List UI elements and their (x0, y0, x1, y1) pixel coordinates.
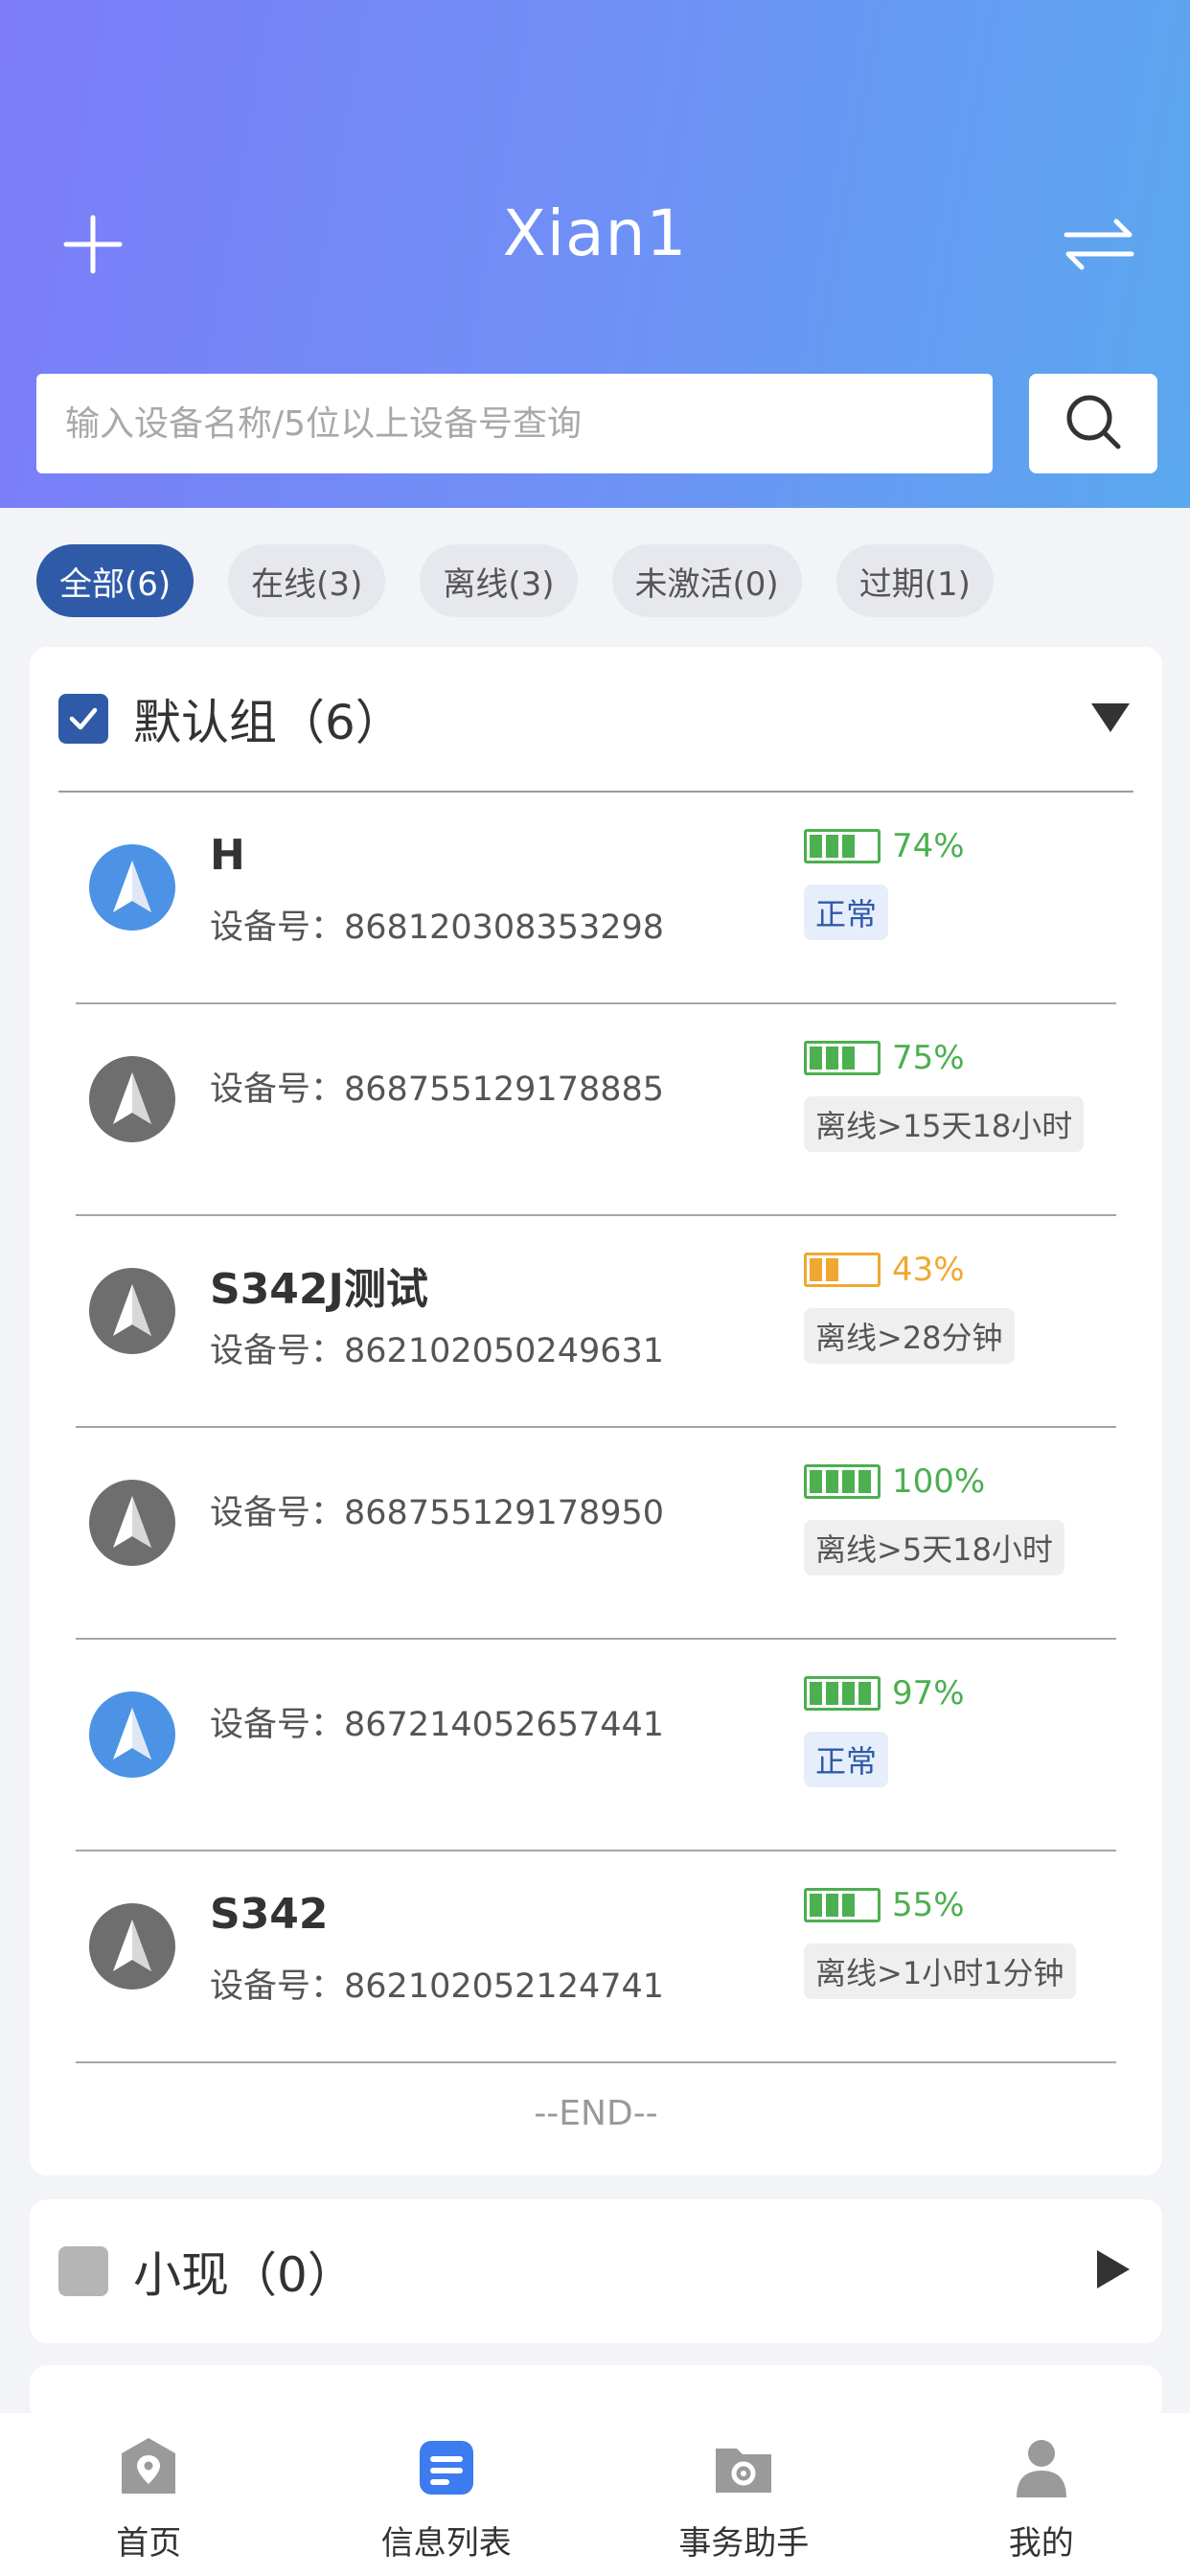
folder-gear-icon (710, 2434, 777, 2501)
battery-icon (804, 1676, 881, 1711)
battery-percent: 97% (892, 1674, 965, 1713)
device-row[interactable]: S342J测试 设备号：862102050249631 43% 离线>28分钟 (76, 1216, 1116, 1428)
battery-icon (804, 1041, 881, 1075)
battery-percent: 74% (892, 827, 965, 865)
navigation-arrow-icon (89, 1268, 175, 1354)
battery-percent: 100% (892, 1462, 986, 1501)
page-title: Xian1 (502, 196, 688, 270)
battery-percent: 75% (892, 1039, 965, 1077)
filter-online[interactable]: 在线(3) (228, 544, 386, 617)
group-title: 默认组（6） (133, 695, 403, 750)
status-badge: 正常 (804, 1732, 889, 1787)
tab-label: 信息列表 (380, 2524, 512, 2563)
list-end-marker: --END-- (534, 2094, 658, 2133)
battery-indicator: 100% (804, 1462, 985, 1501)
battery-percent: 55% (892, 1886, 965, 1924)
device-name: S342J测试 (210, 1265, 428, 1314)
filter-inactive[interactable]: 未激活(0) (611, 544, 802, 617)
device-row[interactable]: S342 设备号：862102052124741 55% 离线>1小时1分钟 (76, 1852, 1116, 2063)
device-name: H (210, 831, 245, 880)
status-badge: 离线>15天18小时 (804, 1096, 1085, 1152)
tab-label: 我的 (1008, 2524, 1074, 2563)
group-title: 小现（0） (133, 2247, 355, 2303)
filter-offline[interactable]: 离线(3) (420, 544, 578, 617)
caret-right-icon[interactable] (1091, 2246, 1133, 2296)
tab-label: 事务助手 (678, 2524, 810, 2563)
search-icon (1064, 392, 1123, 455)
navigation-arrow-icon (89, 844, 175, 931)
device-row[interactable]: H 设备号：868120308353298 74% 正常 (76, 793, 1116, 1004)
filter-all[interactable]: 全部(6) (36, 544, 195, 617)
device-id: 设备号：868755129178950 (210, 1494, 665, 1532)
bottom-tab-bar: 首页 信息列表 事务助手 我的 (0, 2413, 1190, 2576)
device-row[interactable]: 设备号：868755129178950 100% 离线>5天18小时 (76, 1428, 1116, 1640)
battery-indicator: 97% (804, 1674, 965, 1713)
device-id: 设备号：868755129178885 (210, 1070, 665, 1109)
battery-icon (804, 1464, 881, 1499)
navigation-arrow-icon (89, 1903, 175, 1990)
filter-expired[interactable]: 过期(1) (835, 544, 994, 617)
tab-task-assistant[interactable]: 事务助手 (595, 2413, 893, 2576)
group-header[interactable]: 小现（0） (58, 2199, 1133, 2343)
swap-arrows-icon[interactable] (1046, 192, 1152, 297)
message-list-icon (413, 2434, 480, 2501)
battery-percent: 43% (892, 1251, 965, 1289)
tab-label: 首页 (116, 2524, 182, 2563)
home-location-icon (115, 2434, 182, 2501)
filter-bar: 全部(6) 在线(3) 离线(3) 未激活(0) 过期(1) (36, 544, 994, 617)
device-id: 设备号：868120308353298 (210, 908, 665, 947)
search-input[interactable] (36, 374, 993, 473)
navigation-arrow-icon (89, 1480, 175, 1566)
device-id: 设备号：862102052124741 (210, 1967, 665, 2006)
tab-home[interactable]: 首页 (0, 2413, 298, 2576)
battery-indicator: 55% (804, 1886, 965, 1924)
device-name: S342 (210, 1890, 329, 1939)
group-header[interactable]: 默认组（6） (58, 647, 1133, 791)
battery-icon (804, 1253, 881, 1287)
battery-indicator: 75% (804, 1039, 965, 1077)
header: Xian1 (0, 0, 1190, 508)
device-id: 设备号：867214052657441 (210, 1706, 665, 1744)
caret-down-icon[interactable] (1087, 698, 1133, 740)
device-row[interactable]: 设备号：868755129178885 75% 离线>15天18小时 (76, 1004, 1116, 1216)
status-badge: 离线>28分钟 (804, 1308, 1015, 1364)
group-card-default: 默认组（6） H 设备号：868120308353298 74% 正常 设备号：… (30, 647, 1162, 2175)
search-button[interactable] (1029, 374, 1157, 473)
device-id: 设备号：862102050249631 (210, 1332, 665, 1370)
battery-icon (804, 829, 881, 863)
navigation-arrow-icon (89, 1056, 175, 1142)
battery-indicator: 43% (804, 1251, 965, 1289)
battery-indicator: 74% (804, 827, 965, 865)
group-checkbox[interactable] (58, 694, 108, 744)
tab-profile[interactable]: 我的 (893, 2413, 1190, 2576)
navigation-arrow-icon (89, 1691, 175, 1778)
status-badge: 离线>1小时1分钟 (804, 1944, 1076, 1999)
device-row[interactable]: 设备号：867214052657441 97% 正常 (76, 1640, 1116, 1852)
group-checkbox[interactable] (58, 2246, 108, 2296)
user-profile-icon (1008, 2434, 1075, 2501)
status-badge: 正常 (804, 885, 889, 940)
battery-icon (804, 1888, 881, 1922)
tab-message-list[interactable]: 信息列表 (298, 2413, 596, 2576)
status-badge: 离线>5天18小时 (804, 1520, 1064, 1576)
group-card-xiaoxian: 小现（0） (30, 2199, 1162, 2343)
